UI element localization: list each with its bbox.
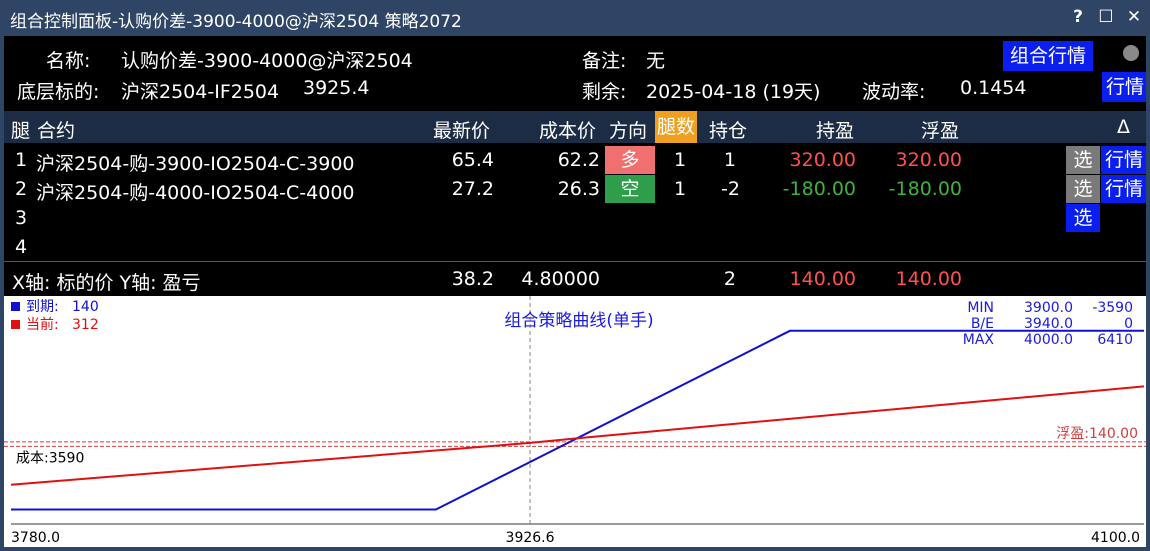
leg-quote-button[interactable]: 行情 xyxy=(1101,146,1147,174)
direction-long-badge: 多 xyxy=(605,146,655,174)
row-legs-count: 1 xyxy=(674,149,687,171)
name-value: 认购价差-3900-4000@沪深2504 xyxy=(121,50,413,72)
row-index: 2 xyxy=(15,178,28,200)
row-position: -2 xyxy=(721,178,740,200)
row-contract: 沪深2504-购-3900-IO2504-C-3900 xyxy=(36,153,355,175)
leg-quote-button[interactable]: 行情 xyxy=(1101,175,1147,203)
summary-row: X轴: 标的价 Y轴: 盈亏 38.2 4.80000 2 140.00 140… xyxy=(4,261,1146,296)
strategy-chart[interactable]: 组合策略曲线(单手) 到期: 140 当前: 312 MIN 3900.0 -3590 B/E 3… xyxy=(4,296,1146,547)
float-pnl-label: 浮盈:140.00 xyxy=(1056,426,1138,442)
row-index: 1 xyxy=(15,149,28,171)
close-button[interactable]: ✕ xyxy=(1122,5,1146,29)
row-last-price: 65.4 xyxy=(451,149,494,171)
header-legs-count[interactable]: 腿数 xyxy=(655,111,698,143)
window-frame-bottom xyxy=(0,547,1150,551)
stat-x-0: 3900.0 xyxy=(1024,300,1073,316)
window-frame-right xyxy=(1146,36,1150,551)
underlying-label: 底层标的: xyxy=(17,81,100,103)
x-tick-label-0: 3780.0 xyxy=(11,530,60,546)
stat-x-2: 4000.0 xyxy=(1024,332,1073,348)
row-float-pnl: 320.00 xyxy=(895,149,962,171)
remain-label: 剩余: xyxy=(582,81,627,103)
axis-description: X轴: 标的价 Y轴: 盈亏 xyxy=(12,272,201,294)
row-float-pnl: -180.00 xyxy=(888,178,962,200)
stat-label-1: B/E xyxy=(971,316,994,332)
header-position: 持仓 xyxy=(709,120,748,142)
header-hold-pnl: 持盈 xyxy=(816,120,855,142)
row-contract: 沪深2504-购-4000-IO2504-C-4000 xyxy=(36,182,355,204)
row-hold-pnl: 320.00 xyxy=(789,149,856,171)
window-title: 组合控制面板-认购价差-3900-4000@沪深2504 策略2072 xyxy=(10,12,462,32)
row-index: 4 xyxy=(15,236,28,258)
name-label: 名称: xyxy=(46,50,91,72)
window-frame-left xyxy=(0,36,4,551)
row-index: 3 xyxy=(15,207,28,229)
summary-position: 2 xyxy=(723,268,736,290)
header-float-pnl: 浮盈 xyxy=(921,120,960,142)
header-leg: 腿 xyxy=(11,120,31,142)
header-direction: 方向 xyxy=(609,120,648,142)
stat-y-0: -3590 xyxy=(1092,300,1133,316)
legs-table-header: 腿 合约 最新价 成本价 方向 腿数 持仓 持盈 浮盈 Δ xyxy=(4,111,1146,143)
header-cost-price: 成本价 xyxy=(539,120,597,142)
summary-hold-pnl: 140.00 xyxy=(789,268,856,290)
row-position: 1 xyxy=(723,149,736,171)
note-value: 无 xyxy=(646,50,666,72)
vol-value: 0.1454 xyxy=(960,77,1027,99)
summary-cost: 4.80000 xyxy=(521,268,600,290)
summary-float-pnl: 140.00 xyxy=(895,268,962,290)
underlying-value: 沪深2504-IF2504 xyxy=(121,81,280,103)
legend-label-0: 到期: xyxy=(26,299,59,315)
legend-value-1: 312 xyxy=(72,317,99,333)
series-line-1 xyxy=(10,385,1145,486)
status-indicator-icon xyxy=(1123,45,1139,61)
summary-last: 38.2 xyxy=(451,268,494,290)
header-contract: 合约 xyxy=(37,120,76,142)
header-delta: Δ xyxy=(1117,116,1130,138)
legend-value-0: 140 xyxy=(72,299,99,315)
quote-button[interactable]: 行情 xyxy=(1102,72,1148,102)
row-cost-price: 62.2 xyxy=(557,149,600,171)
select-button[interactable]: 选 xyxy=(1066,175,1100,203)
stat-label-2: MAX xyxy=(963,332,995,348)
select-button[interactable]: 选 xyxy=(1066,146,1100,174)
direction-short-badge: 空 xyxy=(605,175,655,203)
maximize-button[interactable]: ☐ xyxy=(1094,5,1118,29)
stat-label-0: MIN xyxy=(967,300,994,316)
legend-swatch-1 xyxy=(11,320,20,329)
help-button[interactable]: ? xyxy=(1066,5,1090,29)
x-tick-label-2: 4100.0 xyxy=(1091,530,1140,546)
chart-title: 组合策略曲线(单手) xyxy=(504,311,653,331)
legend-label-1: 当前: xyxy=(26,316,59,333)
legend-swatch-0 xyxy=(11,302,20,311)
row-last-price: 27.2 xyxy=(451,178,494,200)
header-last-price: 最新价 xyxy=(433,120,491,142)
underlying-price: 3925.4 xyxy=(303,77,370,99)
row-cost-price: 26.3 xyxy=(557,178,600,200)
series-line-0 xyxy=(11,329,1144,511)
select-button[interactable]: 选 xyxy=(1066,204,1100,232)
note-label: 备注: xyxy=(582,50,627,72)
title-bar: 组合控制面板-认购价差-3900-4000@沪深2504 策略2072 ? ☐ … xyxy=(0,0,1150,36)
stat-y-1: 0 xyxy=(1124,316,1133,332)
row-legs-count: 1 xyxy=(674,178,687,200)
payoff-chart-svg: 组合策略曲线(单手) 到期: 140 当前: 312 MIN 3900.0 -3590 B/E 3… xyxy=(4,296,1146,546)
stat-x-1: 3940.0 xyxy=(1024,316,1073,332)
row-hold-pnl: -180.00 xyxy=(782,178,856,200)
remain-value: 2025-04-18 (19天) xyxy=(646,81,821,103)
x-tick-label-1: 3926.6 xyxy=(506,530,555,546)
vol-label: 波动率: xyxy=(862,81,926,103)
cost-label: 成本:3590 xyxy=(16,450,84,466)
combo-quote-button[interactable]: 组合行情 xyxy=(1003,41,1093,71)
stat-y-2: 6410 xyxy=(1097,332,1133,348)
